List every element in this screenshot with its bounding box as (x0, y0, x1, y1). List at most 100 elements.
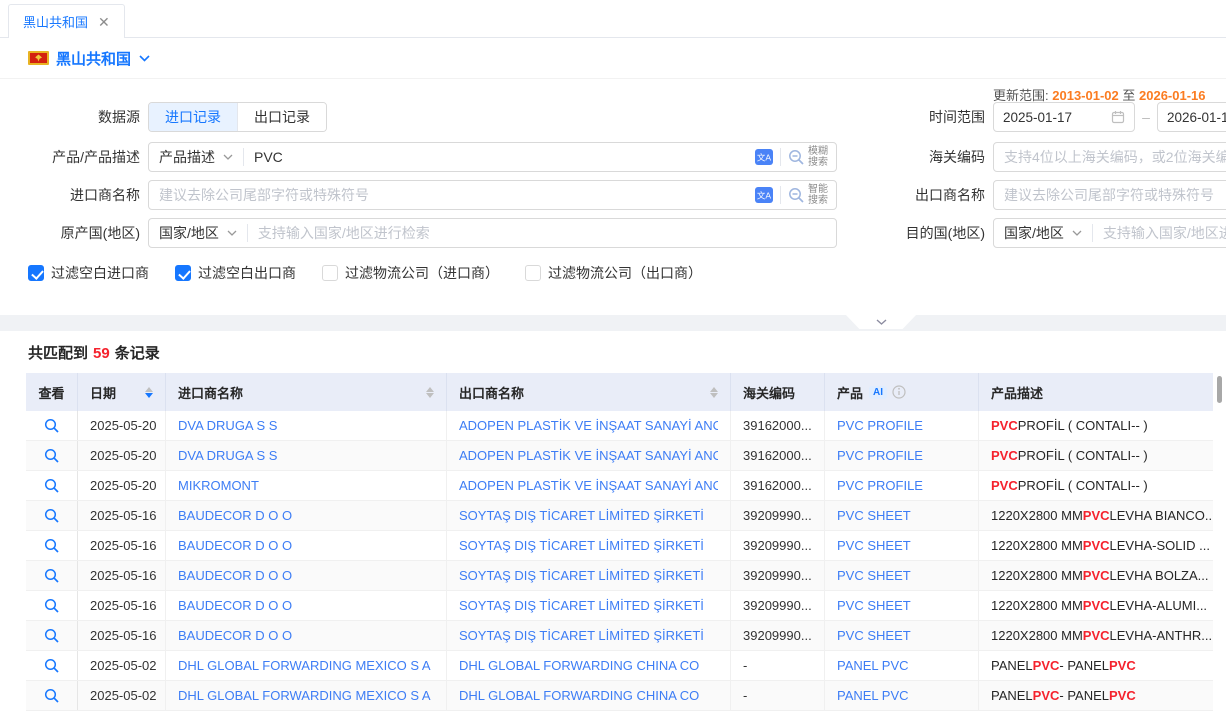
checkbox-icon[interactable] (28, 265, 44, 281)
product-link[interactable]: PANEL PVC (837, 658, 909, 673)
sort-icon[interactable] (139, 387, 153, 398)
importer-link[interactable]: BAUDECOR D O O (178, 598, 292, 613)
page-header: 黑山共和国 (0, 38, 1226, 79)
country-title[interactable]: 黑山共和国 (56, 48, 131, 69)
origin-country-select[interactable]: 国家/地区 (149, 219, 247, 247)
product-link[interactable]: PVC SHEET (837, 598, 911, 613)
table-row: 2025-05-16 BAUDECOR D O O SOYTAŞ DIŞ TİC… (26, 501, 1213, 531)
product-type-select[interactable]: 产品描述 (149, 143, 243, 171)
product-link[interactable]: PVC SHEET (837, 628, 911, 643)
product-link[interactable]: PANEL PVC (837, 688, 909, 703)
view-record-button[interactable] (44, 418, 60, 434)
view-record-button[interactable] (44, 628, 60, 644)
translate-icon[interactable]: 文A (755, 187, 773, 203)
filter-checkbox[interactable]: 过滤空白进口商 (28, 263, 149, 283)
cell-description: PVC PROFİL ( CONTALI-- ) (979, 411, 1213, 440)
importer-link[interactable]: DVA DRUGA S S (178, 418, 277, 433)
view-record-button[interactable] (44, 508, 60, 524)
col-header-importer[interactable]: 进口商名称 (166, 373, 447, 411)
destination-country-select[interactable]: 国家/地区 (994, 219, 1092, 247)
importer-link[interactable]: BAUDECOR D O O (178, 628, 292, 643)
close-icon[interactable]: ✕ (98, 15, 110, 29)
cell-date: 2025-05-16 (78, 531, 166, 560)
product-link[interactable]: PVC PROFILE (837, 448, 923, 463)
importer-link[interactable]: BAUDECOR D O O (178, 538, 292, 553)
product-input[interactable] (244, 143, 751, 171)
info-icon[interactable] (892, 385, 906, 399)
view-record-button[interactable] (44, 448, 60, 464)
exporter-link[interactable]: SOYTAŞ DIŞ TİCARET LİMİTED ŞİRKETİ (459, 508, 704, 523)
checkbox-label: 过滤物流公司（进口商） (345, 263, 499, 283)
exporter-input[interactable] (993, 180, 1226, 210)
tab-montenegro[interactable]: 黑山共和国 ✕ (8, 4, 125, 38)
view-search-icon (44, 658, 60, 674)
hs-code-input[interactable] (993, 142, 1226, 172)
importer-link[interactable]: MIKROMONT (178, 478, 259, 493)
view-record-button[interactable] (44, 478, 60, 494)
importer-input[interactable] (149, 181, 751, 209)
product-link[interactable]: PVC PROFILE (837, 418, 923, 433)
checkbox-icon[interactable] (525, 265, 541, 281)
view-search-icon (44, 538, 60, 554)
product-link[interactable]: PVC SHEET (837, 568, 911, 583)
toggle-export-records[interactable]: 出口记录 (237, 103, 326, 131)
table-row: 2025-05-16 BAUDECOR D O O SOYTAŞ DIŞ TİC… (26, 561, 1213, 591)
filter-checkbox[interactable]: 过滤物流公司（出口商） (525, 263, 702, 283)
table-row: 2025-05-16 BAUDECOR D O O SOYTAŞ DIŞ TİC… (26, 531, 1213, 561)
toggle-import-records[interactable]: 进口记录 (149, 103, 237, 131)
exporter-link[interactable]: ADOPEN PLASTİK VE İNŞAAT SANAYİ ANO... (459, 478, 718, 493)
fuzzy-search-button[interactable]: 模糊搜索 (788, 146, 828, 168)
date-from-input[interactable]: 2025-01-17 (993, 102, 1135, 132)
origin-compound-input: 国家/地区 (148, 218, 837, 248)
checkbox-icon[interactable] (175, 265, 191, 281)
checkbox-icon[interactable] (322, 265, 338, 281)
vertical-scrollbar[interactable] (1217, 376, 1222, 403)
importer-link[interactable]: BAUDECOR D O O (178, 508, 292, 523)
importer-link[interactable]: BAUDECOR D O O (178, 568, 292, 583)
view-record-button[interactable] (44, 598, 60, 614)
cell-hs-code: 39209990... (731, 501, 825, 530)
translate-icon[interactable]: 文A (755, 149, 773, 165)
destination-country-input[interactable] (1093, 219, 1226, 247)
exporter-link[interactable]: SOYTAŞ DIŞ TİCARET LİMİTED ŞİRKETİ (459, 598, 704, 613)
exporter-link[interactable]: ADOPEN PLASTİK VE İNŞAAT SANAYİ ANO... (459, 418, 718, 433)
importer-link[interactable]: DHL GLOBAL FORWARDING MEXICO S A (178, 658, 431, 673)
sort-icon[interactable] (420, 387, 434, 398)
view-record-button[interactable] (44, 658, 60, 674)
calendar-icon (1111, 110, 1125, 124)
destination-select-value: 国家/地区 (1004, 223, 1064, 243)
cell-description: 1220X2800 MM PVC LEVHA-SOLID ... (979, 531, 1213, 560)
filter-checkbox[interactable]: 过滤空白出口商 (175, 263, 296, 283)
col-header-exporter[interactable]: 出口商名称 (447, 373, 731, 411)
chevron-down-icon (876, 319, 887, 325)
col-header-date[interactable]: 日期 (78, 373, 166, 411)
date-to-input[interactable]: 2026-01-16 (1157, 102, 1226, 132)
destination-country-label: 目的国(地区) (845, 218, 985, 248)
cell-hs-code: 39162000... (731, 471, 825, 500)
view-record-button[interactable] (44, 688, 60, 704)
chevron-down-icon[interactable] (139, 55, 150, 62)
product-link[interactable]: PVC SHEET (837, 538, 911, 553)
importer-link[interactable]: DHL GLOBAL FORWARDING MEXICO S A (178, 688, 431, 703)
exporter-link[interactable]: SOYTAŞ DIŞ TİCARET LİMİTED ŞİRKETİ (459, 568, 704, 583)
importer-link[interactable]: DVA DRUGA S S (178, 448, 277, 463)
view-record-button[interactable] (44, 568, 60, 584)
cell-hs-code: 39209990... (731, 531, 825, 560)
cell-date: 2025-05-02 (78, 681, 166, 710)
product-link[interactable]: PVC SHEET (837, 508, 911, 523)
sort-icon[interactable] (704, 387, 718, 398)
origin-country-input[interactable] (248, 219, 836, 247)
smart-search-button[interactable]: 智能搜索 (788, 184, 828, 206)
view-record-button[interactable] (44, 538, 60, 554)
exporter-link[interactable]: DHL GLOBAL FORWARDING CHINA CO (459, 688, 699, 703)
product-link[interactable]: PVC PROFILE (837, 478, 923, 493)
filter-checkbox[interactable]: 过滤物流公司（进口商） (322, 263, 499, 283)
exporter-link[interactable]: DHL GLOBAL FORWARDING CHINA CO (459, 658, 699, 673)
exporter-link[interactable]: SOYTAŞ DIŞ TİCARET LİMİTED ŞİRKETİ (459, 538, 704, 553)
results-count: 59 (88, 345, 115, 362)
exporter-link[interactable]: ADOPEN PLASTİK VE İNŞAAT SANAYİ ANO... (459, 448, 718, 463)
exporter-link[interactable]: SOYTAŞ DIŞ TİCARET LİMİTED ŞİRKETİ (459, 628, 704, 643)
table-row: 2025-05-20 MIKROMONT ADOPEN PLASTİK VE İ… (26, 471, 1213, 501)
cell-date: 2025-05-16 (78, 501, 166, 530)
importer-label: 进口商名称 (0, 180, 140, 210)
